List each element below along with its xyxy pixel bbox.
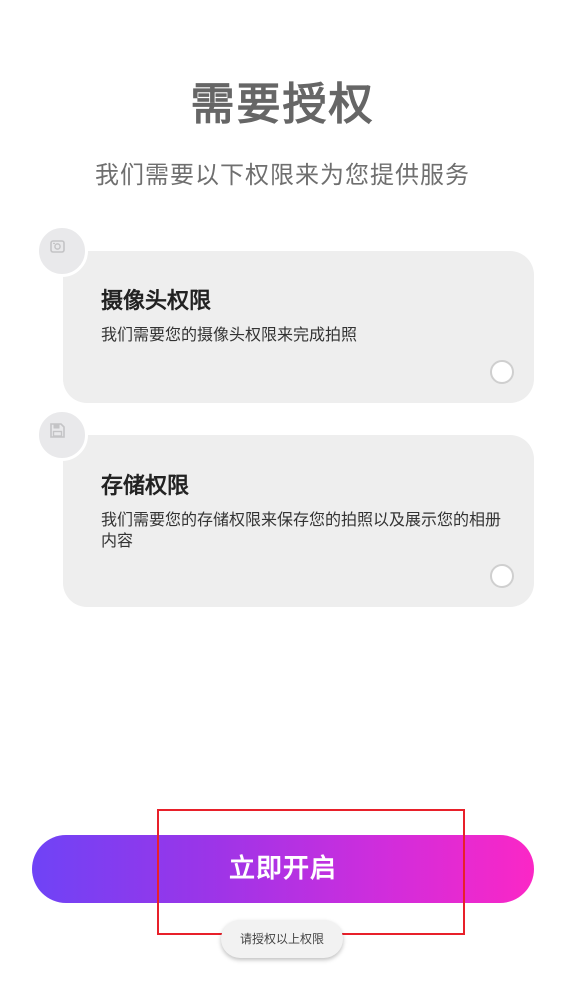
permission-description: 我们需要您的存储权限来保存您的拍照以及展示您的相册内容 xyxy=(101,510,502,550)
permission-card-camera[interactable]: 摄像头权限 我们需要您的摄像头权限来完成拍照 xyxy=(63,251,534,403)
camera-icon xyxy=(36,225,88,277)
permission-checkbox-storage[interactable] xyxy=(490,564,514,588)
permission-title: 摄像头权限 xyxy=(101,289,212,314)
permission-checkbox-camera[interactable] xyxy=(490,360,514,384)
permission-card-storage[interactable]: 存储权限 我们需要您的存储权限来保存您的拍照以及展示您的相册内容 xyxy=(63,435,534,607)
storage-icon xyxy=(36,409,88,461)
page-title: 需要授权 xyxy=(190,79,375,130)
enable-now-button[interactable]: 立即开启 xyxy=(32,835,534,903)
permission-title: 存储权限 xyxy=(101,474,190,499)
page-subtitle: 我们需要以下权限来为您提供服务 xyxy=(95,161,470,189)
toast-message: 请授权以上权限 xyxy=(221,920,343,958)
permission-description: 我们需要您的摄像头权限来完成拍照 xyxy=(101,325,358,344)
